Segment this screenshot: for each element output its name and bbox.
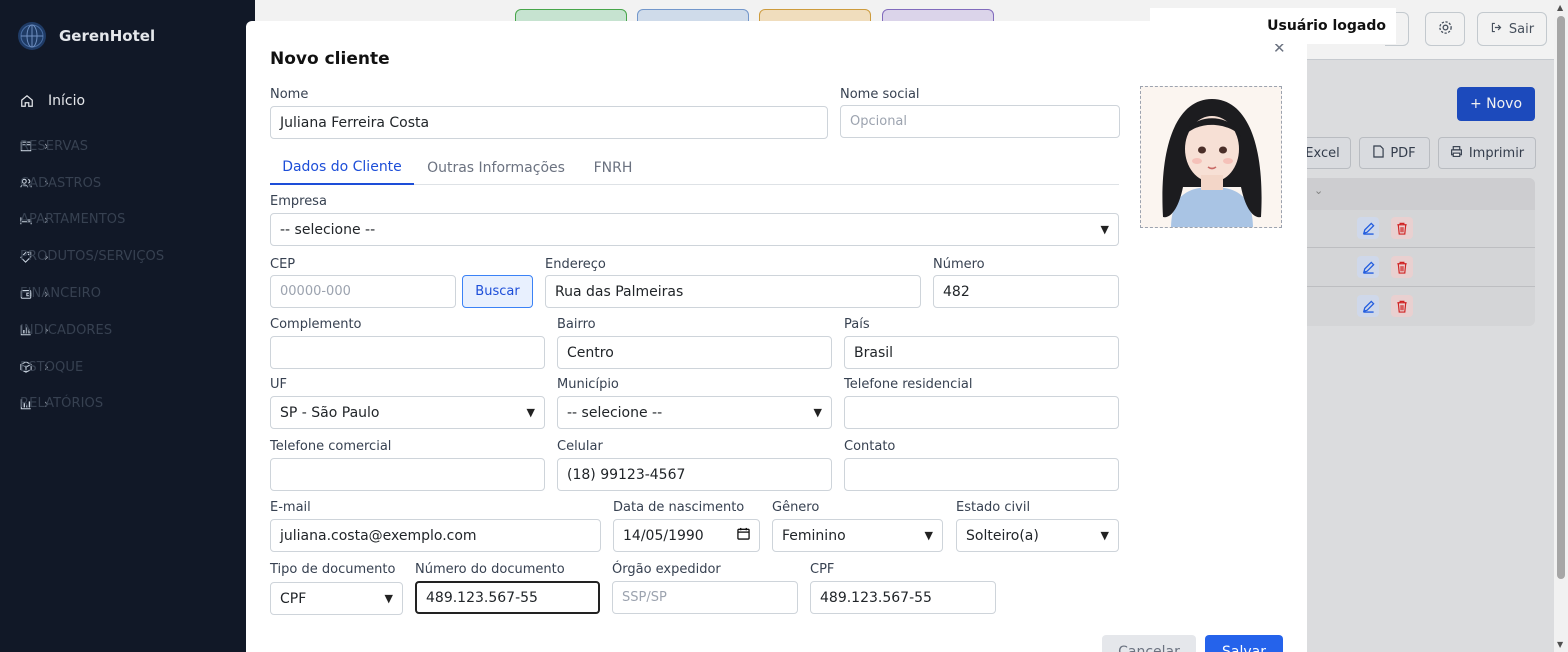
pais-label: País: [844, 317, 870, 332]
pais-input[interactable]: Brasil: [844, 336, 1119, 369]
complemento-label: Complemento: [270, 317, 362, 332]
municipio-value: -- selecione --: [567, 404, 663, 421]
cancel-button[interactable]: Cancelar: [1102, 635, 1196, 652]
nascimento-label: Data de nascimento: [613, 500, 745, 515]
genero-value: Feminino: [782, 527, 846, 544]
sidebar-item-label: APARTAMENTOS: [20, 212, 126, 228]
cpf-label: CPF: [810, 562, 835, 577]
sidebar-item-produtos-serviços[interactable]: PRODUTOS/SERVIÇOS ›: [0, 238, 255, 275]
cep-input[interactable]: 00000-000: [270, 275, 456, 308]
bairro-input[interactable]: Centro: [557, 336, 832, 369]
tel-residencial-input[interactable]: [844, 396, 1119, 429]
chevron-down-icon: ▼: [924, 529, 933, 542]
empresa-value: -- selecione --: [280, 221, 376, 238]
estado-civil-label: Estado civil: [956, 500, 1031, 515]
tel-comercial-input[interactable]: [270, 458, 545, 491]
chevron-down-icon: ▼: [384, 592, 393, 605]
modal-title: Novo cliente: [270, 49, 390, 69]
num-doc-input[interactable]: 489.123.567-55: [415, 581, 600, 614]
scrollbar-thumb[interactable]: [1557, 16, 1565, 579]
estado-civil-select[interactable]: Solteiro(a) ▼: [956, 519, 1119, 552]
nascimento-value: 14/05/1990: [623, 527, 704, 544]
scroll-down-icon[interactable]: ▼: [1557, 640, 1563, 649]
nome-social-input[interactable]: Opcional: [840, 105, 1120, 138]
sidebar-item-label: CADASTROS: [20, 175, 102, 191]
new-client-modal: Novo cliente ✕ Nome Juliana Ferreira Cos…: [246, 21, 1307, 652]
cpf-input[interactable]: 489.123.567-55: [810, 581, 996, 614]
nome-social-label: Nome social: [840, 87, 920, 102]
sidebar-item-label: Início: [48, 93, 86, 109]
celular-input[interactable]: (18) 99123-4567: [557, 458, 832, 491]
num-doc-label: Número do documento: [415, 562, 565, 577]
numero-label: Número: [933, 257, 985, 272]
sidebar-item-reservas[interactable]: RESERVAS ›: [0, 128, 255, 165]
nome-label: Nome: [270, 87, 309, 102]
sidebar-item-estoque[interactable]: ESTOQUE ›: [0, 349, 255, 386]
nascimento-input[interactable]: 14/05/1990: [613, 519, 760, 552]
tipo-doc-select[interactable]: CPF ▼: [270, 582, 403, 615]
tab-outras-informacoes[interactable]: Outras Informações: [420, 150, 572, 185]
client-photo[interactable]: [1140, 86, 1282, 228]
sidebar-item-label: RESERVAS: [20, 138, 89, 154]
uf-label: UF: [270, 377, 287, 392]
chevron-down-icon: ▼: [1100, 529, 1109, 542]
home-icon: [20, 94, 36, 108]
complemento-input[interactable]: [270, 336, 545, 369]
endereco-input[interactable]: Rua das Palmeiras: [545, 275, 921, 308]
contato-label: Contato: [844, 439, 896, 454]
uf-value: SP - São Paulo: [280, 404, 380, 421]
numero-input[interactable]: 482: [933, 275, 1119, 308]
calendar-icon[interactable]: [737, 527, 750, 544]
sidebar-item-label: FINANCEIRO: [20, 286, 102, 302]
chevron-down-icon: ▼: [813, 406, 822, 419]
sidebar-item-apartamentos[interactable]: APARTAMENTOS ›: [0, 202, 255, 239]
scrollbar[interactable]: ▲ ▼: [1554, 0, 1568, 652]
sidebar-item-label: ESTOQUE: [20, 359, 84, 375]
sidebar-item-label: PRODUTOS/SERVIÇOS: [20, 249, 165, 265]
sidebar-item-label: RELATÓRIOS: [20, 396, 104, 412]
tab-bar: Dados do Cliente Outras Informações FNRH: [270, 150, 1119, 185]
scroll-up-icon[interactable]: ▲: [1557, 3, 1563, 12]
bairro-label: Bairro: [557, 317, 596, 332]
tipo-doc-label: Tipo de documento: [270, 562, 396, 577]
sidebar-item-cadastros[interactable]: CADASTROS ›: [0, 165, 255, 202]
email-input[interactable]: juliana.costa@exemplo.com: [270, 519, 601, 552]
globe-logo-icon: [18, 22, 46, 50]
sidebar-item-label: INDICADORES: [20, 322, 113, 338]
sidebar-item-home[interactable]: Início: [0, 83, 255, 119]
email-label: E-mail: [270, 500, 311, 515]
tab-dados-cliente[interactable]: Dados do Cliente: [270, 150, 414, 185]
orgao-input[interactable]: SSP/SP: [612, 581, 798, 614]
buscar-button[interactable]: Buscar: [462, 275, 533, 308]
empresa-select[interactable]: -- selecione -- ▼: [270, 213, 1119, 246]
municipio-label: Município: [557, 377, 619, 392]
cep-label: CEP: [270, 257, 296, 272]
tab-fnrh[interactable]: FNRH: [580, 150, 646, 185]
uf-select[interactable]: SP - São Paulo ▼: [270, 396, 545, 429]
avatar: [1141, 87, 1281, 227]
chevron-down-icon: ▼: [526, 406, 535, 419]
sidebar-item-indicadores[interactable]: INDICADORES ›: [0, 312, 255, 349]
save-button[interactable]: Salvar: [1205, 635, 1283, 652]
empresa-label: Empresa: [270, 194, 327, 209]
endereco-label: Endereço: [545, 257, 606, 272]
sidebar-item-financeiro[interactable]: FINANCEIRO ›: [0, 275, 255, 312]
user-label: Usuário logado: [1150, 8, 1396, 44]
tipo-doc-value: CPF: [280, 590, 307, 607]
celular-label: Celular: [557, 439, 603, 454]
estado-civil-value: Solteiro(a): [966, 527, 1039, 544]
orgao-label: Órgão expedidor: [612, 562, 721, 577]
brand[interactable]: GerenHotel: [0, 0, 255, 72]
municipio-select[interactable]: -- selecione -- ▼: [557, 396, 832, 429]
genero-select[interactable]: Feminino ▼: [772, 519, 943, 552]
tel-comercial-label: Telefone comercial: [270, 439, 392, 454]
tel-residencial-label: Telefone residencial: [844, 377, 973, 392]
nome-input[interactable]: Juliana Ferreira Costa: [270, 106, 828, 139]
brand-name: GerenHotel: [59, 27, 156, 45]
sidebar: GerenHotel Início RESERVAS › CADASTROS › APA…: [0, 0, 255, 652]
chevron-down-icon: ▼: [1100, 223, 1109, 236]
genero-label: Gênero: [772, 500, 820, 515]
sidebar-item-relatórios[interactable]: RELATÓRIOS ›: [0, 386, 255, 423]
contato-input[interactable]: [844, 458, 1119, 491]
